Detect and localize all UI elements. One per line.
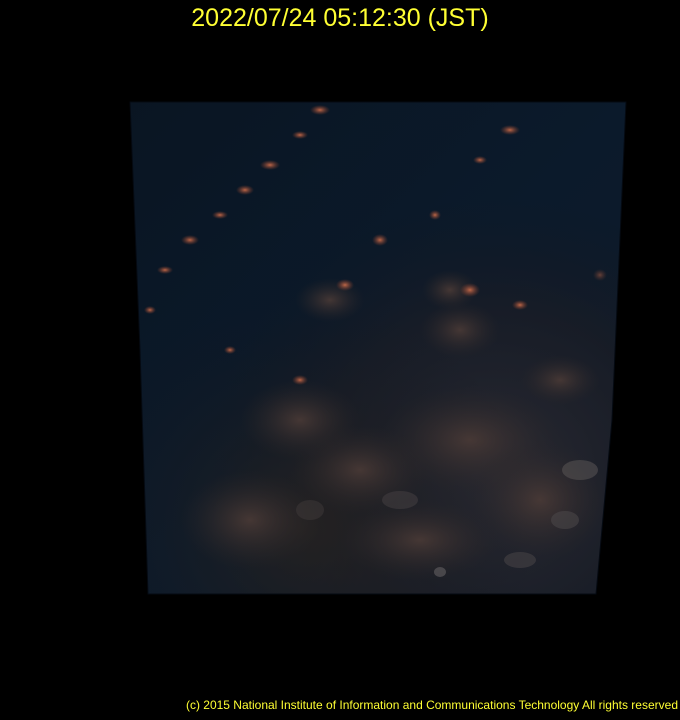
earth-disk-section bbox=[130, 102, 626, 594]
observation-timestamp: 2022/07/24 05:12:30 (JST) bbox=[191, 4, 489, 32]
copyright-notice: (c) 2015 National Institute of Informati… bbox=[185, 698, 678, 712]
satellite-viewer: 2022/07/24 05:12:30 (JST) (c) 2015 Natio… bbox=[0, 0, 680, 720]
satellite-image bbox=[129, 101, 627, 595]
